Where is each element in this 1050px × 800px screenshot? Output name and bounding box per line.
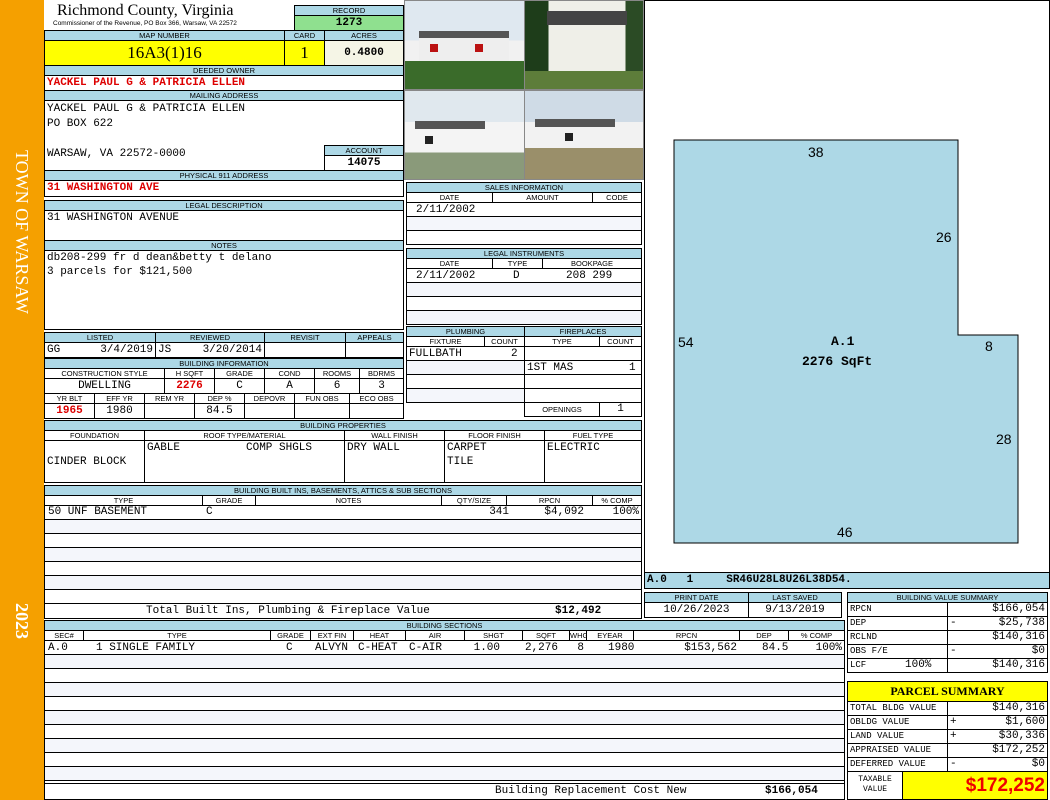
dim-bottom: 46: [837, 524, 853, 540]
remodel-year: [144, 403, 195, 419]
mailing-line1: YACKEL PAUL G & PATRICIA ELLEN: [47, 103, 246, 115]
map-number: 16A3(1)16: [44, 40, 285, 66]
ps-row-label: OBLDG VALUE: [847, 715, 948, 730]
bvs-row-label: OBS F/E: [847, 644, 948, 659]
notes-line2: 3 parcels for $121,500: [47, 266, 193, 278]
notes: db208-299 fr d dean&betty t delano 3 par…: [44, 250, 404, 330]
built-in-row: 50 UNF BASEMENT C 341 $4,092 100%: [48, 506, 639, 518]
property-photo-2[interactable]: [524, 0, 644, 90]
parcel-summary-label: PARCEL SUMMARY: [847, 681, 1048, 702]
area-label: A.1: [831, 334, 855, 349]
account-value: 14075: [324, 155, 404, 171]
ps-row-label: TOTAL BLDG VALUE: [847, 701, 948, 716]
fireplace-type: 1ST MAS: [527, 362, 574, 374]
office-address: Commissioner of the Revenue, PO Box 366,…: [53, 20, 237, 27]
bvs-row-value: - $25,738: [947, 616, 1048, 631]
appeals-value: [345, 342, 404, 358]
floor-plan-sketch: [673, 139, 1019, 544]
plumbing-fixture: FULLBATH: [409, 348, 462, 360]
bvs-row-label: LCF: [847, 658, 948, 673]
economic-obs: [349, 403, 404, 419]
openings-label: OPENINGS: [524, 402, 600, 417]
print-date: 10/26/2023: [644, 602, 749, 618]
sketch-code: A.0 1 SR46U28L8U26L38D54.: [644, 572, 1050, 589]
legal-description: 31 WASHINGTON AVENUE: [44, 210, 404, 241]
openings-value: 1: [599, 402, 642, 417]
bvs-row-pct: 100%: [905, 659, 932, 671]
construction-style: DWELLING: [44, 378, 165, 394]
floor-finish: CARPET TILE: [444, 440, 545, 483]
mailing-line2: PO BOX 622: [47, 118, 114, 130]
ps-row-label: APPRAISED VALUE: [847, 743, 948, 758]
effective-year: 1980: [94, 403, 145, 419]
taxable-value: $172,252: [902, 771, 1048, 800]
rooms: 6: [314, 378, 360, 394]
instrument-date: 2/11/2002: [416, 270, 476, 282]
deeded-owner: YACKEL PAUL G & PATRICIA ELLEN: [44, 75, 404, 91]
side-strip: [0, 0, 44, 800]
bvs-row-value: $140,316: [947, 658, 1048, 673]
dim-left: 54: [678, 334, 694, 350]
wall-finish: DRY WALL: [344, 440, 445, 483]
physical-address: 31 WASHINGTON AVE: [44, 180, 404, 197]
functional-obs: [294, 403, 350, 419]
property-photo-3[interactable]: [404, 90, 525, 180]
ps-row-value: $172,252: [947, 743, 1048, 758]
listed-by: GG 3/4/2019: [44, 342, 156, 358]
fuel-type: ELECTRIC: [544, 440, 642, 483]
year-built: 1965: [44, 403, 95, 419]
dim-step: 8: [985, 338, 993, 354]
acres-value: 0.4800: [324, 40, 404, 66]
dim-right-lower: 28: [996, 431, 1012, 447]
last-saved: 9/13/2019: [748, 602, 842, 618]
replacement-cost-row: Building Replacement Cost New $166,054: [44, 783, 845, 800]
reviewed-by: JS 3/20/2014: [155, 342, 265, 358]
property-photo-4[interactable]: [524, 90, 644, 180]
plumbing-count: 2: [511, 348, 518, 360]
card-number: 1: [284, 40, 325, 66]
ps-row-value: + $30,336: [947, 729, 1048, 744]
year-label: 2023: [12, 603, 32, 639]
depreciation-pct: 84.5: [194, 403, 245, 419]
fireplace-count: 1: [629, 362, 636, 374]
bvs-row-label: RCLND: [847, 630, 948, 645]
fireplace-rows: [524, 346, 642, 403]
area-sqft: 2276 SqFt: [802, 354, 873, 369]
sale-date: 2/11/2002: [416, 204, 476, 216]
ps-row-value: + $1,600: [947, 715, 1048, 730]
built-ins-total: Total Built Ins, Plumbing & Fireplace Va…: [44, 603, 642, 619]
ps-row-label: LAND VALUE: [847, 729, 948, 744]
bvs-row-label: RPCN: [847, 602, 948, 617]
bvs-row-label: DEP: [847, 616, 948, 631]
sketch-panel[interactable]: 38 26 54 8 28 46 A.1 2276 SqFt: [644, 0, 1050, 573]
ps-row-label: DEFERRED VALUE: [847, 757, 948, 772]
taxable-label: TAXABLE VALUE: [847, 771, 903, 800]
property-photo-1[interactable]: [404, 0, 525, 90]
bvs-row-value: - $0: [947, 644, 1048, 659]
notes-line1: db208-299 fr d dean&betty t delano: [47, 252, 272, 264]
record-value: 1273: [294, 15, 404, 31]
bvs-row-value: $166,054: [947, 602, 1048, 617]
revisit-value: [264, 342, 346, 358]
bedrooms: 3: [359, 378, 404, 394]
dep-override: [244, 403, 295, 419]
ps-row-value: - $0: [947, 757, 1048, 772]
instrument-bookpage: 208 299: [566, 270, 613, 282]
town-label: TOWN OF WARSAW: [12, 150, 32, 314]
foundation: CINDER BLOCK: [44, 440, 145, 483]
dim-right-upper: 26: [936, 229, 952, 245]
instrument-type: D: [513, 270, 520, 282]
h-sqft: 2276: [164, 378, 215, 394]
condition: A: [264, 378, 315, 394]
section-row: A.0 1 SINGLE FAMILY C ALVYN C-HEAT C-AIR…: [48, 642, 842, 654]
grade: C: [214, 378, 265, 394]
county-title: Richmond County, Virginia: [57, 2, 234, 19]
sections-rows: [44, 640, 845, 785]
roof: GABLE COMP SHGLS: [144, 440, 345, 483]
ps-row-value: $140,316: [947, 701, 1048, 716]
bvs-row-value: $140,316: [947, 630, 1048, 645]
dim-top: 38: [808, 144, 824, 160]
